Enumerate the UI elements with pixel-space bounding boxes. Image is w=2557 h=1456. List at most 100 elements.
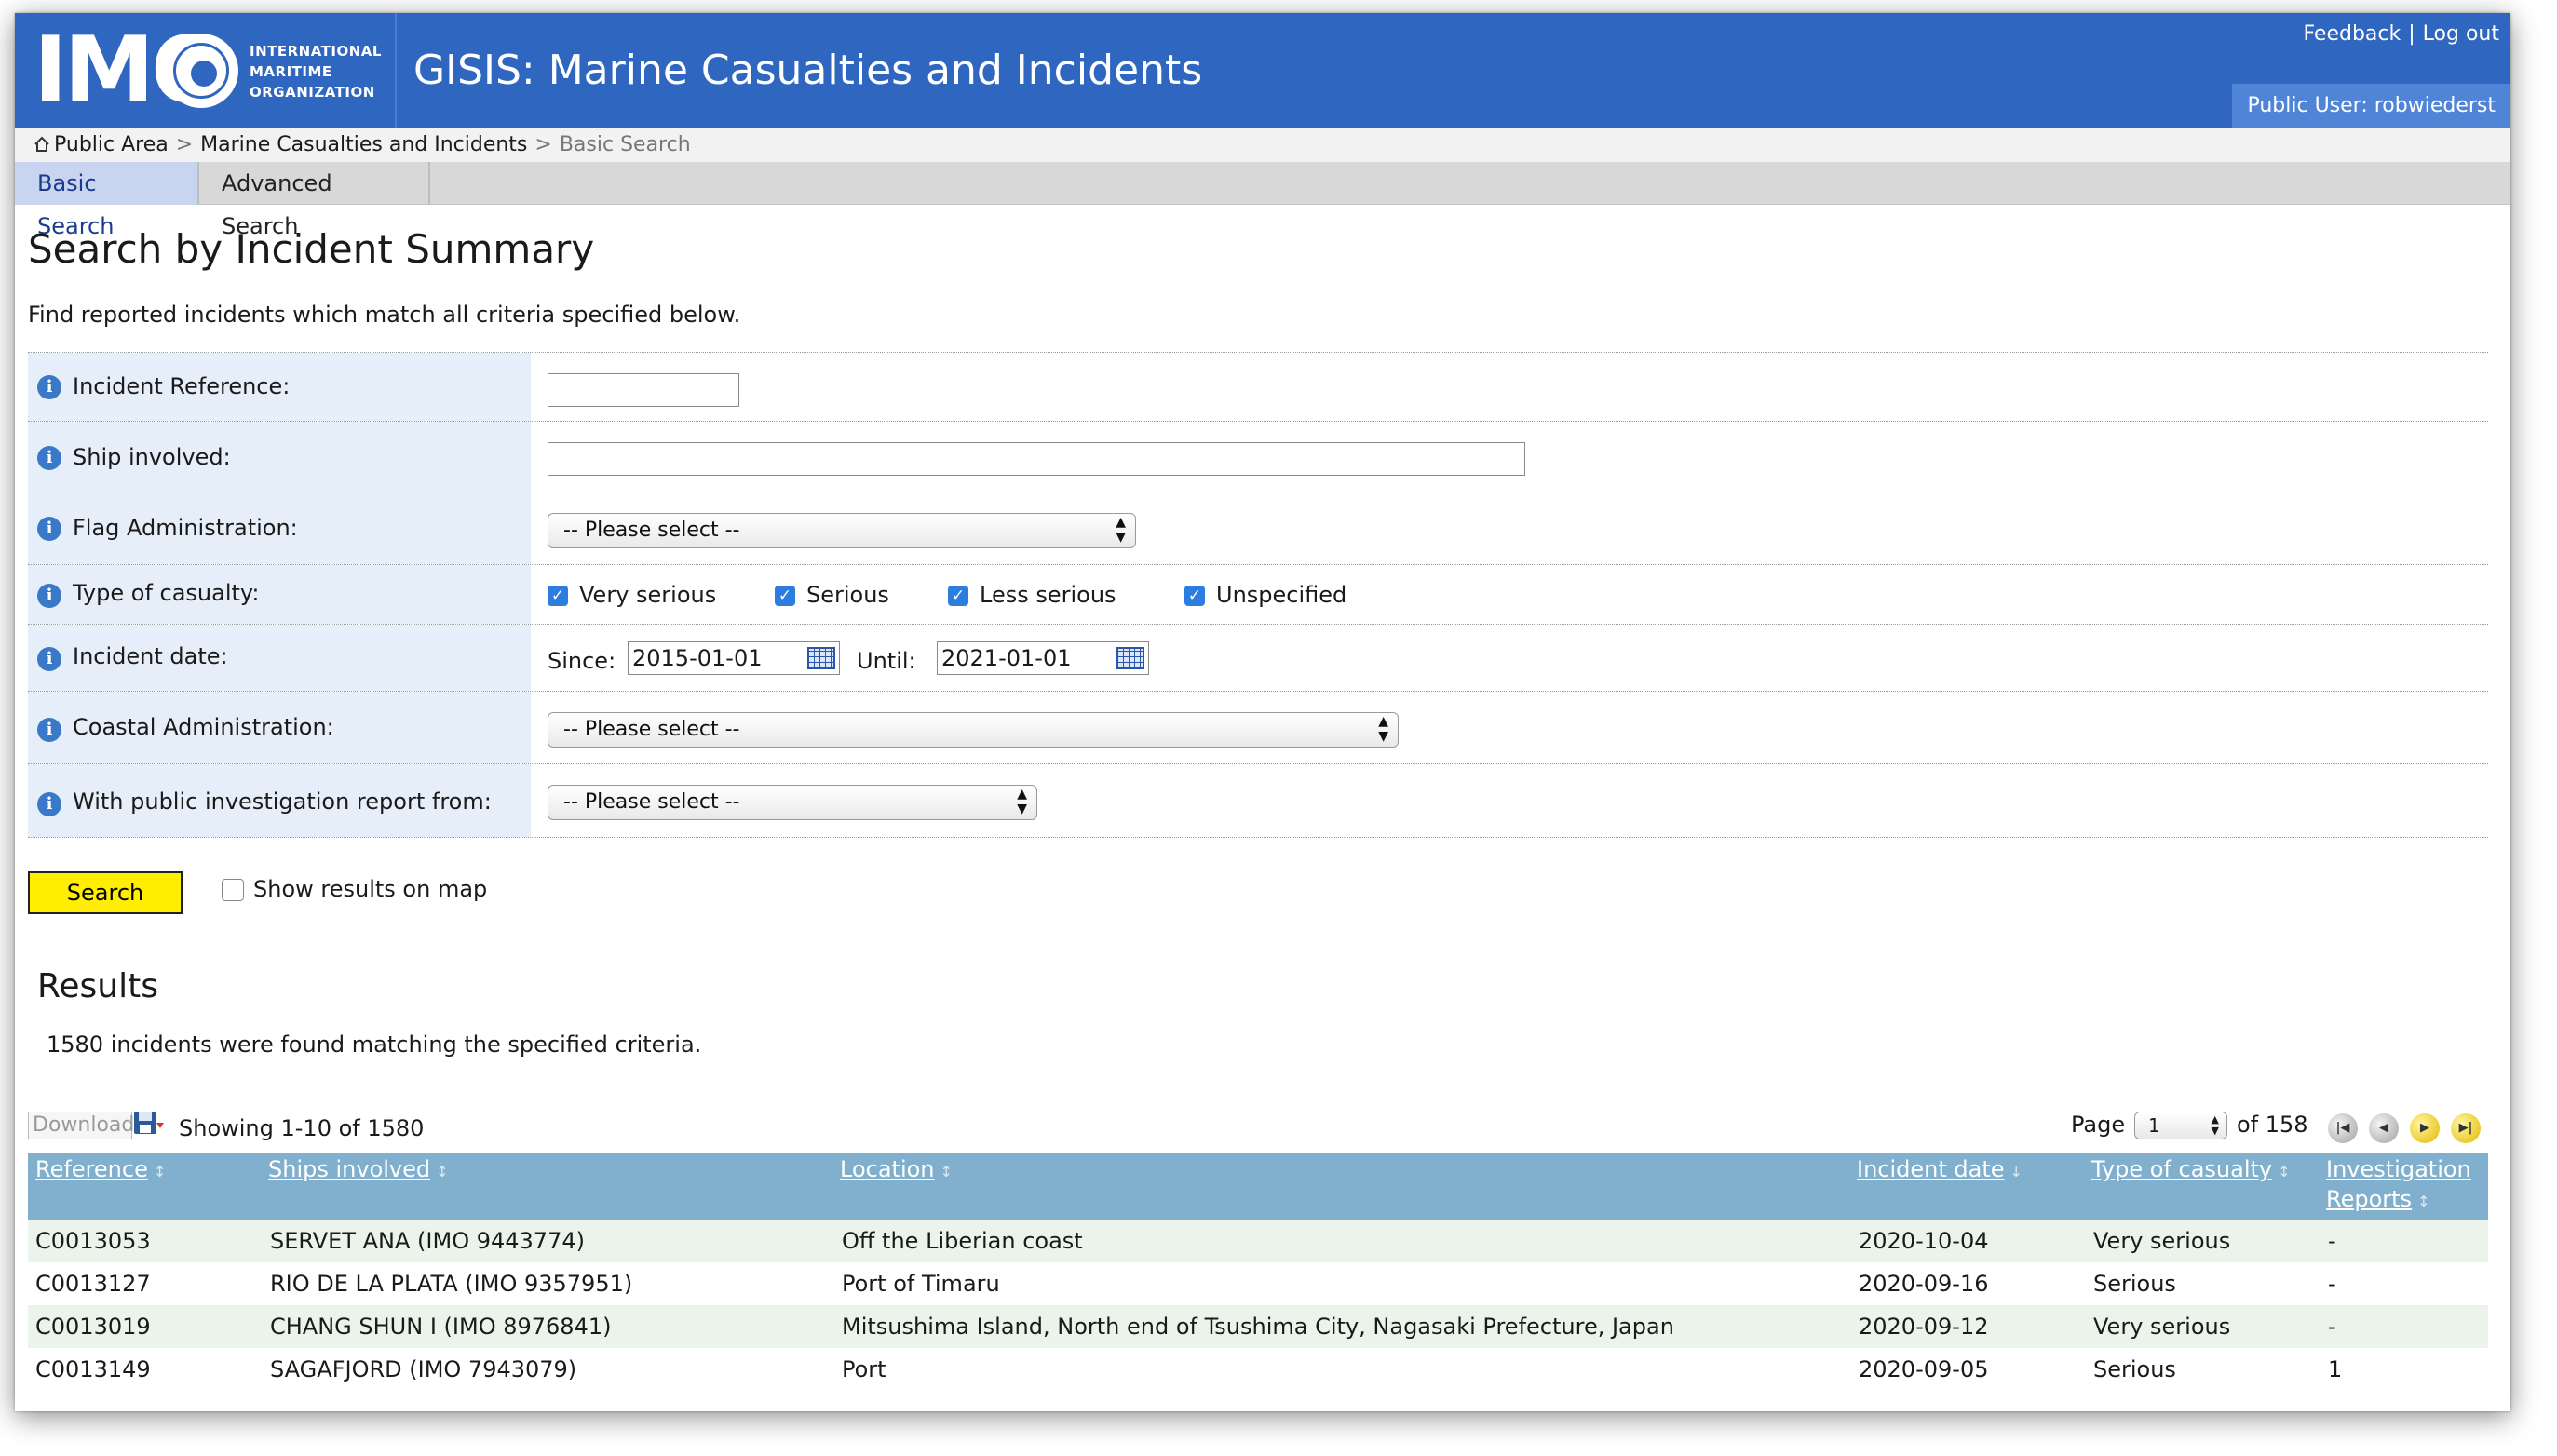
results-summary: 1580 incidents were found matching the s…	[47, 1031, 702, 1058]
criteria-row-flag-administration: i Flag Administration: -- Please select …	[28, 492, 2488, 564]
cell-location: Port	[842, 1356, 886, 1382]
column-header-type[interactable]: Type of casualty ↕	[2091, 1154, 2291, 1187]
criteria-label-cell: i With public investigation report from:	[28, 764, 531, 837]
info-icon[interactable]: i	[37, 718, 61, 742]
imo-logo[interactable]: IMO INTERNATIONAL MARITIME ORGANIZATION	[15, 13, 397, 128]
cell-reports: 1	[2328, 1356, 2343, 1382]
download-button[interactable]: Download	[28, 1112, 134, 1139]
info-icon[interactable]: i	[37, 792, 61, 816]
calendar-icon[interactable]	[1116, 647, 1144, 669]
tab-basic-search[interactable]: Basic Search	[15, 162, 199, 239]
breadcrumb-separator: >	[534, 133, 552, 156]
criteria-row-ship-involved: i Ship involved:	[28, 421, 2488, 492]
sort-icon: ↕	[2278, 1163, 2291, 1180]
page-title: Search by Incident Summary	[28, 226, 595, 272]
column-header-reports[interactable]: Investigation Reports ↕	[2326, 1154, 2471, 1217]
until-date-value: 2021-01-01	[941, 645, 1072, 671]
breadcrumb-public-area[interactable]: Public Area	[54, 133, 169, 156]
flag-administration-label: Flag Administration:	[73, 515, 298, 541]
very-serious-label: Very serious	[579, 582, 717, 608]
feedback-link[interactable]: Feedback	[2303, 22, 2401, 46]
app-title: GISIS: Marine Casualties and Incidents	[413, 47, 1203, 94]
serious-checkbox[interactable]: ✓	[775, 586, 795, 606]
criteria-row-incident-reference: i Incident Reference:	[28, 352, 2488, 421]
breadcrumb-current: Basic Search	[559, 133, 691, 156]
less-serious-label: Less serious	[980, 582, 1116, 608]
breadcrumb-marine-casualties[interactable]: Marine Casualties and Incidents	[200, 133, 527, 156]
first-page-icon[interactable]: |◀	[2328, 1113, 2358, 1143]
ship-involved-input[interactable]	[548, 442, 1525, 476]
info-icon[interactable]: i	[37, 375, 61, 399]
cell-reports: -	[2328, 1228, 2336, 1254]
select-value: -- Please select --	[563, 718, 740, 741]
sort-icon: ↕	[2417, 1193, 2430, 1210]
logout-link[interactable]: Log out	[2423, 22, 2499, 46]
cell-ships: CHANG SHUN I (IMO 8976841)	[270, 1314, 612, 1340]
table-header: Reference ↕ Ships involved ↕ Location ↕ Inc…	[28, 1153, 2488, 1220]
select-value: -- Please select --	[563, 519, 740, 542]
criteria-row-coastal-administration: i Coastal Administration: -- Please sele…	[28, 691, 2488, 763]
cell-type: Very serious	[2093, 1228, 2231, 1254]
intro-text: Find reported incidents which match all …	[28, 302, 741, 328]
cell-date: 2020-09-12	[1859, 1314, 1989, 1340]
type-of-casualty-label: Type of casualty:	[73, 580, 260, 606]
results-title: Results	[37, 967, 158, 1005]
info-icon[interactable]: i	[37, 517, 61, 541]
very-serious-checkbox[interactable]: ✓	[548, 586, 568, 606]
info-icon[interactable]: i	[37, 647, 61, 671]
public-report-select[interactable]: -- Please select -- ▲ ▼	[548, 785, 1037, 820]
cell-ships: SERVET ANA (IMO 9443774)	[270, 1228, 585, 1254]
criteria-row-type-of-casualty: i Type of casualty: ✓ Very serious ✓ Ser…	[28, 564, 2488, 624]
calendar-icon[interactable]	[807, 647, 835, 669]
since-date-value: 2015-01-01	[632, 645, 763, 671]
column-header-location[interactable]: Location ↕	[840, 1154, 953, 1187]
table-row[interactable]: C0013149 SAGAFJORD (IMO 7943079) Port 20…	[28, 1348, 2488, 1391]
page-number-select[interactable]: 1 ▲ ▼	[2134, 1112, 2227, 1139]
unspecified-label: Unspecified	[1216, 582, 1347, 608]
table-row[interactable]: C0013053 SERVET ANA (IMO 9443774) Off th…	[28, 1220, 2488, 1262]
cell-location: Off the Liberian coast	[842, 1228, 1083, 1254]
tab-bar: Basic Search Advanced Search	[15, 162, 2510, 239]
select-value: -- Please select --	[563, 790, 740, 814]
coastal-administration-select[interactable]: -- Please select -- ▲ ▼	[548, 712, 1399, 748]
save-icon[interactable]	[132, 1110, 166, 1138]
cell-reference: C0013149	[35, 1356, 151, 1382]
flag-administration-select[interactable]: -- Please select -- ▲ ▼	[548, 513, 1136, 548]
cell-type: Serious	[2093, 1356, 2176, 1382]
next-page-icon[interactable]: ▶	[2410, 1113, 2440, 1143]
unspecified-checkbox[interactable]: ✓	[1184, 586, 1205, 606]
show-on-map-label: Show results on map	[253, 876, 488, 902]
cell-date: 2020-09-05	[1859, 1356, 1989, 1382]
sort-icon: ↕	[940, 1163, 953, 1180]
tab-advanced-search[interactable]: Advanced Search	[199, 162, 430, 239]
select-arrows-icon: ▲ ▼	[2211, 1113, 2219, 1137]
sort-desc-icon: ↓	[2009, 1163, 2023, 1180]
logo-org-name: INTERNATIONAL MARITIME ORGANIZATION	[250, 41, 389, 102]
show-on-map-checkbox[interactable]	[222, 879, 244, 901]
last-page-icon[interactable]: ▶|	[2451, 1113, 2481, 1143]
search-button[interactable]: Search	[28, 871, 183, 914]
current-user-label: Public User: robwiederst	[2232, 84, 2510, 128]
info-icon[interactable]: i	[37, 584, 61, 608]
ship-involved-label: Ship involved:	[73, 444, 231, 470]
column-header-incident-date[interactable]: Incident date ↓	[1857, 1154, 2023, 1187]
previous-page-icon[interactable]: ◀	[2369, 1113, 2399, 1143]
since-date-input[interactable]: 2015-01-01	[628, 641, 840, 675]
info-icon[interactable]: i	[37, 446, 61, 470]
cell-type: Serious	[2093, 1271, 2176, 1297]
criteria-label-cell: i Ship involved:	[28, 422, 531, 492]
header-links: Feedback | Log out	[2303, 20, 2499, 48]
table-row[interactable]: C0013127 RIO DE LA PLATA (IMO 9357951) P…	[28, 1262, 2488, 1305]
less-serious-checkbox[interactable]: ✓	[948, 586, 968, 606]
column-header-reference[interactable]: Reference ↕	[35, 1154, 166, 1187]
site-header: IMO INTERNATIONAL MARITIME ORGANIZATION …	[15, 13, 2510, 128]
until-date-input[interactable]: 2021-01-01	[937, 641, 1149, 675]
until-label: Until:	[857, 648, 916, 674]
column-header-ships[interactable]: Ships involved ↕	[268, 1154, 449, 1187]
logo-org-line: MARITIME	[250, 63, 332, 80]
table-row[interactable]: C0013019 CHANG SHUN I (IMO 8976841) Mits…	[28, 1305, 2488, 1348]
logo-org-line: ORGANIZATION	[250, 84, 375, 101]
incident-reference-input[interactable]	[548, 373, 739, 407]
link-separator: |	[2408, 22, 2415, 46]
page-number-value: 1	[2148, 1114, 2160, 1137]
